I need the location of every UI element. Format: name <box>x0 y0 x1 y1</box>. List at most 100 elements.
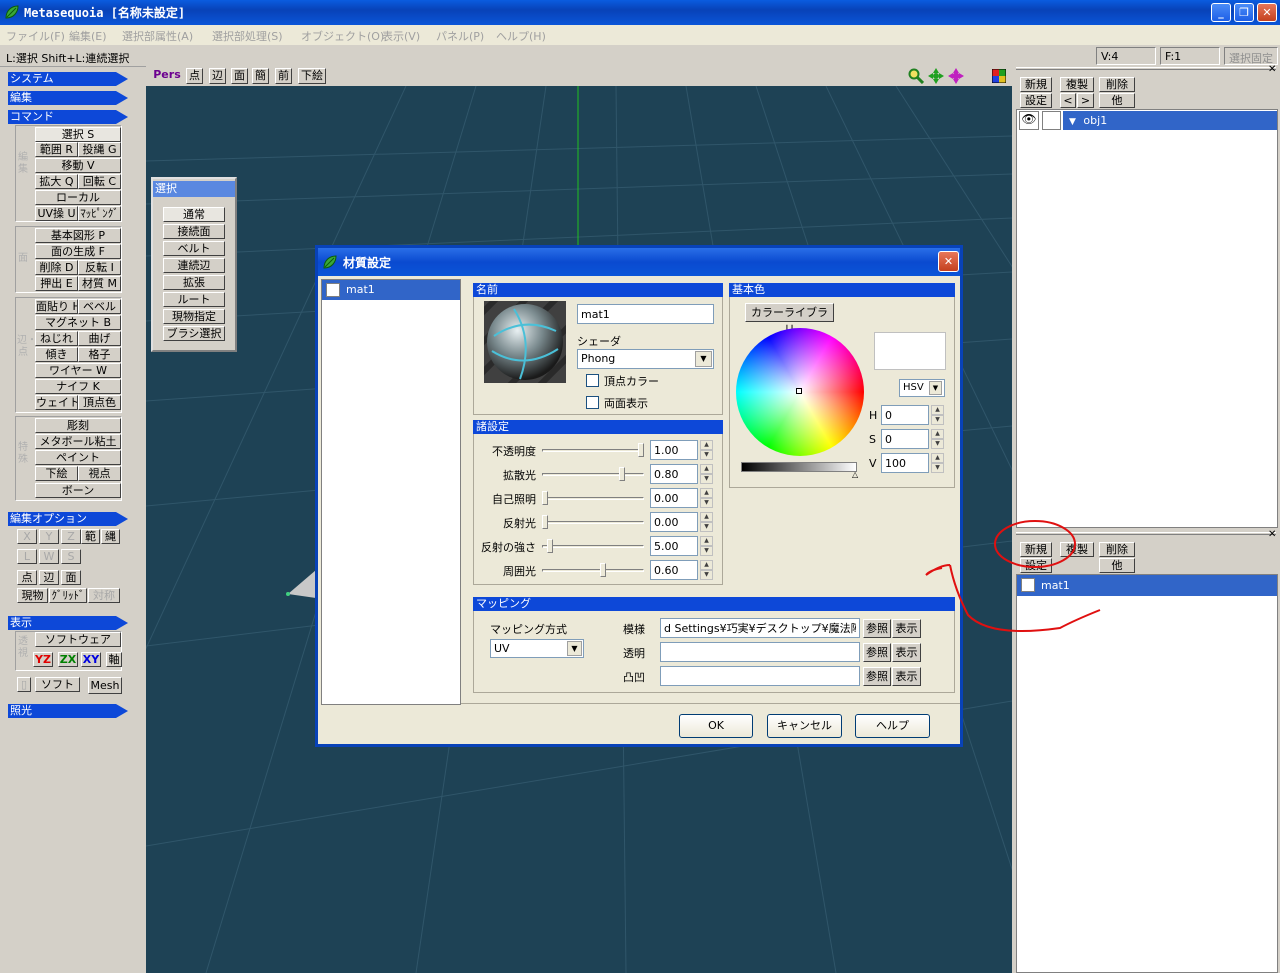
dialog-close-button[interactable]: ✕ <box>938 251 959 272</box>
minimize-button[interactable]: _ <box>1211 3 1231 22</box>
opt-grid[interactable]: ｸﾞﾘｯﾄﾞ <box>49 588 87 603</box>
menu-object[interactable]: オブジェクト(O) <box>301 28 384 44</box>
system-header[interactable]: システム <box>8 72 128 86</box>
lighting-header[interactable]: 照光 <box>8 704 128 718</box>
view-face[interactable]: 面 <box>231 68 248 84</box>
object-next-button[interactable]: > <box>1077 93 1094 108</box>
tool-paint[interactable]: ペイント <box>35 450 121 465</box>
tool-magnet[interactable]: マグネット B <box>35 315 121 330</box>
value-slider-marker-icon[interactable]: △ <box>852 470 858 479</box>
close-button[interactable]: ✕ <box>1257 3 1277 22</box>
edit-header[interactable]: 編集 <box>8 91 128 105</box>
texture-browse-button[interactable]: 参照 <box>863 619 891 638</box>
eye-icon[interactable]: 👁 <box>1019 111 1039 130</box>
param-value-input[interactable] <box>650 560 698 580</box>
cancel-button[interactable]: キャンセル <box>767 714 842 738</box>
view-simple[interactable]: 簡 <box>252 68 269 84</box>
display-header[interactable]: 表示 <box>8 616 128 630</box>
param-spinner[interactable]: ▲ ▼ <box>700 560 713 580</box>
tool-scale[interactable]: 拡大 Q <box>35 174 78 189</box>
material-panel-close-icon[interactable]: ✕ <box>1268 529 1276 540</box>
object-settings-button[interactable]: 設定 <box>1020 93 1052 108</box>
menu-file[interactable]: ファイル(F) <box>6 28 65 44</box>
selection-lock[interactable]: 選択固定 <box>1224 47 1278 65</box>
tool-twist[interactable]: ねじれ <box>35 331 78 346</box>
tool-extrude[interactable]: 押出 E <box>35 276 78 291</box>
shade-toggle-icon[interactable]: ▯ <box>17 677 31 692</box>
param-slider-thumb[interactable] <box>542 515 548 529</box>
select-mode-expand[interactable]: 拡張 <box>163 275 225 290</box>
param-spinner[interactable]: ▲ ▼ <box>700 464 713 484</box>
tool-local[interactable]: ローカル <box>35 190 121 205</box>
opt-local[interactable]: L <box>17 549 37 564</box>
double-sided-checkbox[interactable] <box>586 396 599 409</box>
opt-current[interactable]: 現物 <box>17 588 48 603</box>
view-point[interactable]: 点 <box>186 68 203 84</box>
param-slider[interactable] <box>542 488 646 508</box>
tool-sculpt[interactable]: 彫刻 <box>35 418 121 433</box>
material-name-input[interactable] <box>577 304 714 324</box>
select-mode-loop[interactable]: 連続辺 <box>163 258 225 273</box>
ok-button[interactable]: OK <box>679 714 753 738</box>
tool-primitive[interactable]: 基本図形 P <box>35 228 121 243</box>
tool-lattice[interactable]: 格子 <box>78 347 121 362</box>
param-spinner[interactable]: ▲ ▼ <box>700 440 713 460</box>
command-header[interactable]: コマンド <box>8 110 128 124</box>
tool-delete[interactable]: 削除 D <box>35 260 78 275</box>
tool-knife[interactable]: ナイフ K <box>35 379 121 394</box>
param-value-input[interactable] <box>650 440 698 460</box>
view-pers[interactable]: Pers <box>150 68 184 84</box>
tool-lasso[interactable]: 投縄 G <box>78 142 121 157</box>
plane-zx[interactable]: ZX <box>58 652 78 667</box>
object-panel-grip[interactable] <box>1016 67 1276 70</box>
select-mode-normal[interactable]: 通常 <box>163 207 225 222</box>
tool-bone[interactable]: ボーン <box>35 483 121 498</box>
render-mode-button[interactable]: ソフトウェア <box>35 632 121 647</box>
object-prev-button[interactable]: < <box>1060 93 1076 108</box>
opt-axis-x[interactable]: X <box>17 529 37 544</box>
tool-underlay[interactable]: 下絵 <box>35 466 78 481</box>
tool-material[interactable]: 材質 M <box>78 276 121 291</box>
param-value-input[interactable] <box>650 464 698 484</box>
param-slider-thumb[interactable] <box>619 467 625 481</box>
tool-viewpoint[interactable]: 視点 <box>78 466 121 481</box>
shader-select[interactable]: Phong ▼ <box>577 349 714 369</box>
opt-symmetry[interactable]: 対称 <box>88 588 120 603</box>
value-spinner[interactable]: ▲ ▼ <box>931 453 944 473</box>
saturation-spinner[interactable]: ▲ ▼ <box>931 429 944 449</box>
param-spinner[interactable]: ▲ ▼ <box>700 512 713 532</box>
chevron-down-icon[interactable]: ▼ <box>695 351 712 367</box>
param-value-input[interactable] <box>650 536 698 556</box>
view-front[interactable]: 前 <box>275 68 292 84</box>
opt-lasso[interactable]: 縄 <box>101 529 120 544</box>
menu-panel[interactable]: パネル(P) <box>436 28 484 44</box>
alpha-browse-button[interactable]: 参照 <box>863 643 891 662</box>
texture-path-input[interactable] <box>660 618 860 638</box>
zoom-icon[interactable] <box>908 68 924 84</box>
opt-face[interactable]: 面 <box>61 570 81 585</box>
color-mode-chevron-icon[interactable]: ▼ <box>929 381 942 395</box>
object-new-button[interactable]: 新規 <box>1020 77 1052 92</box>
window-title-bar[interactable]: Metasequoia [名称未設定] _ ❐ ✕ <box>0 0 1280 25</box>
tool-tilt[interactable]: 傾き <box>35 347 78 362</box>
opt-range[interactable]: 範 <box>81 529 100 544</box>
param-slider[interactable] <box>542 536 646 556</box>
param-value-input[interactable] <box>650 488 698 508</box>
select-mode-current[interactable]: 現物指定 <box>163 309 225 324</box>
select-mode-route[interactable]: ルート <box>163 292 225 307</box>
opt-screen[interactable]: S <box>61 549 81 564</box>
tool-create-face[interactable]: 面の生成 F <box>35 244 121 259</box>
dialog-material-list[interactable]: mat1 <box>321 279 461 705</box>
color-wheel-cursor[interactable] <box>796 388 802 394</box>
menu-select-attr[interactable]: 選択部属性(A) <box>122 28 193 44</box>
tool-uv[interactable]: UV操 U <box>35 206 78 221</box>
shade-soft[interactable]: ソフト <box>35 677 80 692</box>
tool-wire[interactable]: ワイヤー W <box>35 363 121 378</box>
edit-options-header[interactable]: 編集オプション <box>8 512 128 526</box>
tool-bend[interactable]: 曲げ <box>78 331 121 346</box>
menu-help[interactable]: ヘルプ(H) <box>496 28 546 44</box>
menu-select-process[interactable]: 選択部処理(S) <box>212 28 283 44</box>
tool-move[interactable]: 移動 V <box>35 158 121 173</box>
object-list[interactable]: 👁 ▼ obj1 <box>1016 109 1278 528</box>
bump-show-button[interactable]: 表示 <box>892 667 921 686</box>
